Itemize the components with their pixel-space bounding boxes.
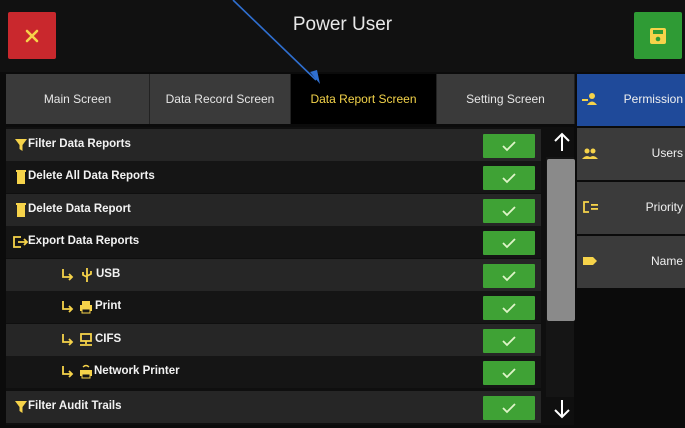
sub-item-arrow-icon [62,366,74,378]
tab-label: Main Screen [43,92,112,106]
permission-toggle[interactable] [483,296,535,320]
network-share-icon [80,333,92,346]
sidebar-item-label: Priority [645,200,683,214]
sub-item-arrow-icon [62,269,74,281]
checkmark-icon [502,403,516,414]
name-tag-icon [583,257,597,265]
sidebar-item-users[interactable]: Users [577,128,685,180]
tab-label: Data Record Screen [165,92,275,106]
permission-toggle[interactable] [483,264,535,288]
checkmark-icon [502,271,516,282]
permission-label: Print [95,300,122,312]
title-bar: Power User [0,0,685,72]
scroll-up-button[interactable] [551,131,573,153]
usb-icon [82,268,92,282]
sub-item-arrow-icon [62,301,74,313]
checkmark-icon [502,141,516,152]
permission-label: Delete Data Report [28,203,131,215]
permission-row: Export Data Reports [6,226,541,258]
checkmark-icon [502,238,516,249]
permission-row: Filter Audit Trails [6,391,541,423]
checkmark-icon [502,303,516,314]
permission-toggle[interactable] [483,134,535,158]
permission-row: Delete All Data Reports [6,161,541,193]
permission-toggle[interactable] [483,166,535,190]
permission-toggle[interactable] [483,329,535,353]
export-icon [13,236,28,248]
checkmark-icon [502,368,516,379]
permission-row: Filter Data Reports [6,129,541,161]
permission-label: Filter Data Reports [28,138,131,150]
sidebar-item-label: Users [651,146,683,160]
permission-list: Filter Data Reports Delete All Data Repo… [6,127,575,425]
sidebar: Permission Users Priority Name [577,74,685,290]
tab-data-report-screen[interactable]: Data Report Screen [291,74,437,124]
sidebar-item-permission[interactable]: Permission [577,74,685,126]
permission-row: Delete Data Report [6,194,541,226]
permission-label: Filter Audit Trails [28,400,122,412]
sidebar-item-label: Name [650,254,683,268]
permission-toggle[interactable] [483,361,535,385]
filter-icon [15,401,27,413]
checkmark-icon [502,336,516,347]
permission-icon [582,93,597,105]
tab-data-record-screen[interactable]: Data Record Screen [150,74,291,124]
page-title: Power User [292,14,393,35]
sub-item-arrow-icon [62,334,74,346]
permission-toggle[interactable] [483,396,535,420]
trash-icon [16,170,26,184]
tab-main-screen[interactable]: Main Screen [6,74,150,124]
printer-icon [80,301,92,314]
sidebar-item-name[interactable]: Name [577,236,685,288]
tab-label: Setting Screen [466,92,545,106]
scroll-down-button[interactable] [551,398,573,420]
permission-row: Network Printer [6,356,541,388]
sidebar-item-label: Permission [623,92,683,106]
permission-label: Export Data Reports [28,235,140,247]
save-icon [650,27,666,44]
permission-row: Print [6,291,541,323]
network-printer-icon [80,364,92,379]
users-icon [582,148,598,159]
tab-bar: Main Screen Data Record Screen Data Repo… [6,74,575,124]
tab-label: Data Report Screen [310,92,417,106]
permission-label: Delete All Data Reports [28,170,155,182]
permission-label: CIFS [95,333,122,345]
checkmark-icon [502,206,516,217]
filter-icon [15,139,27,151]
save-button[interactable] [634,12,682,59]
permission-row: USB [6,259,541,291]
tab-setting-screen[interactable]: Setting Screen [437,74,575,124]
priority-icon [583,201,598,213]
sidebar-item-priority[interactable]: Priority [577,182,685,234]
checkmark-icon [502,173,516,184]
permission-toggle[interactable] [483,199,535,223]
permission-row: CIFS [6,324,541,356]
trash-icon [16,203,26,217]
permission-label: USB [96,268,121,280]
permission-toggle[interactable] [483,231,535,255]
scrollbar-thumb[interactable] [547,159,575,321]
permission-label: Network Printer [94,365,180,377]
